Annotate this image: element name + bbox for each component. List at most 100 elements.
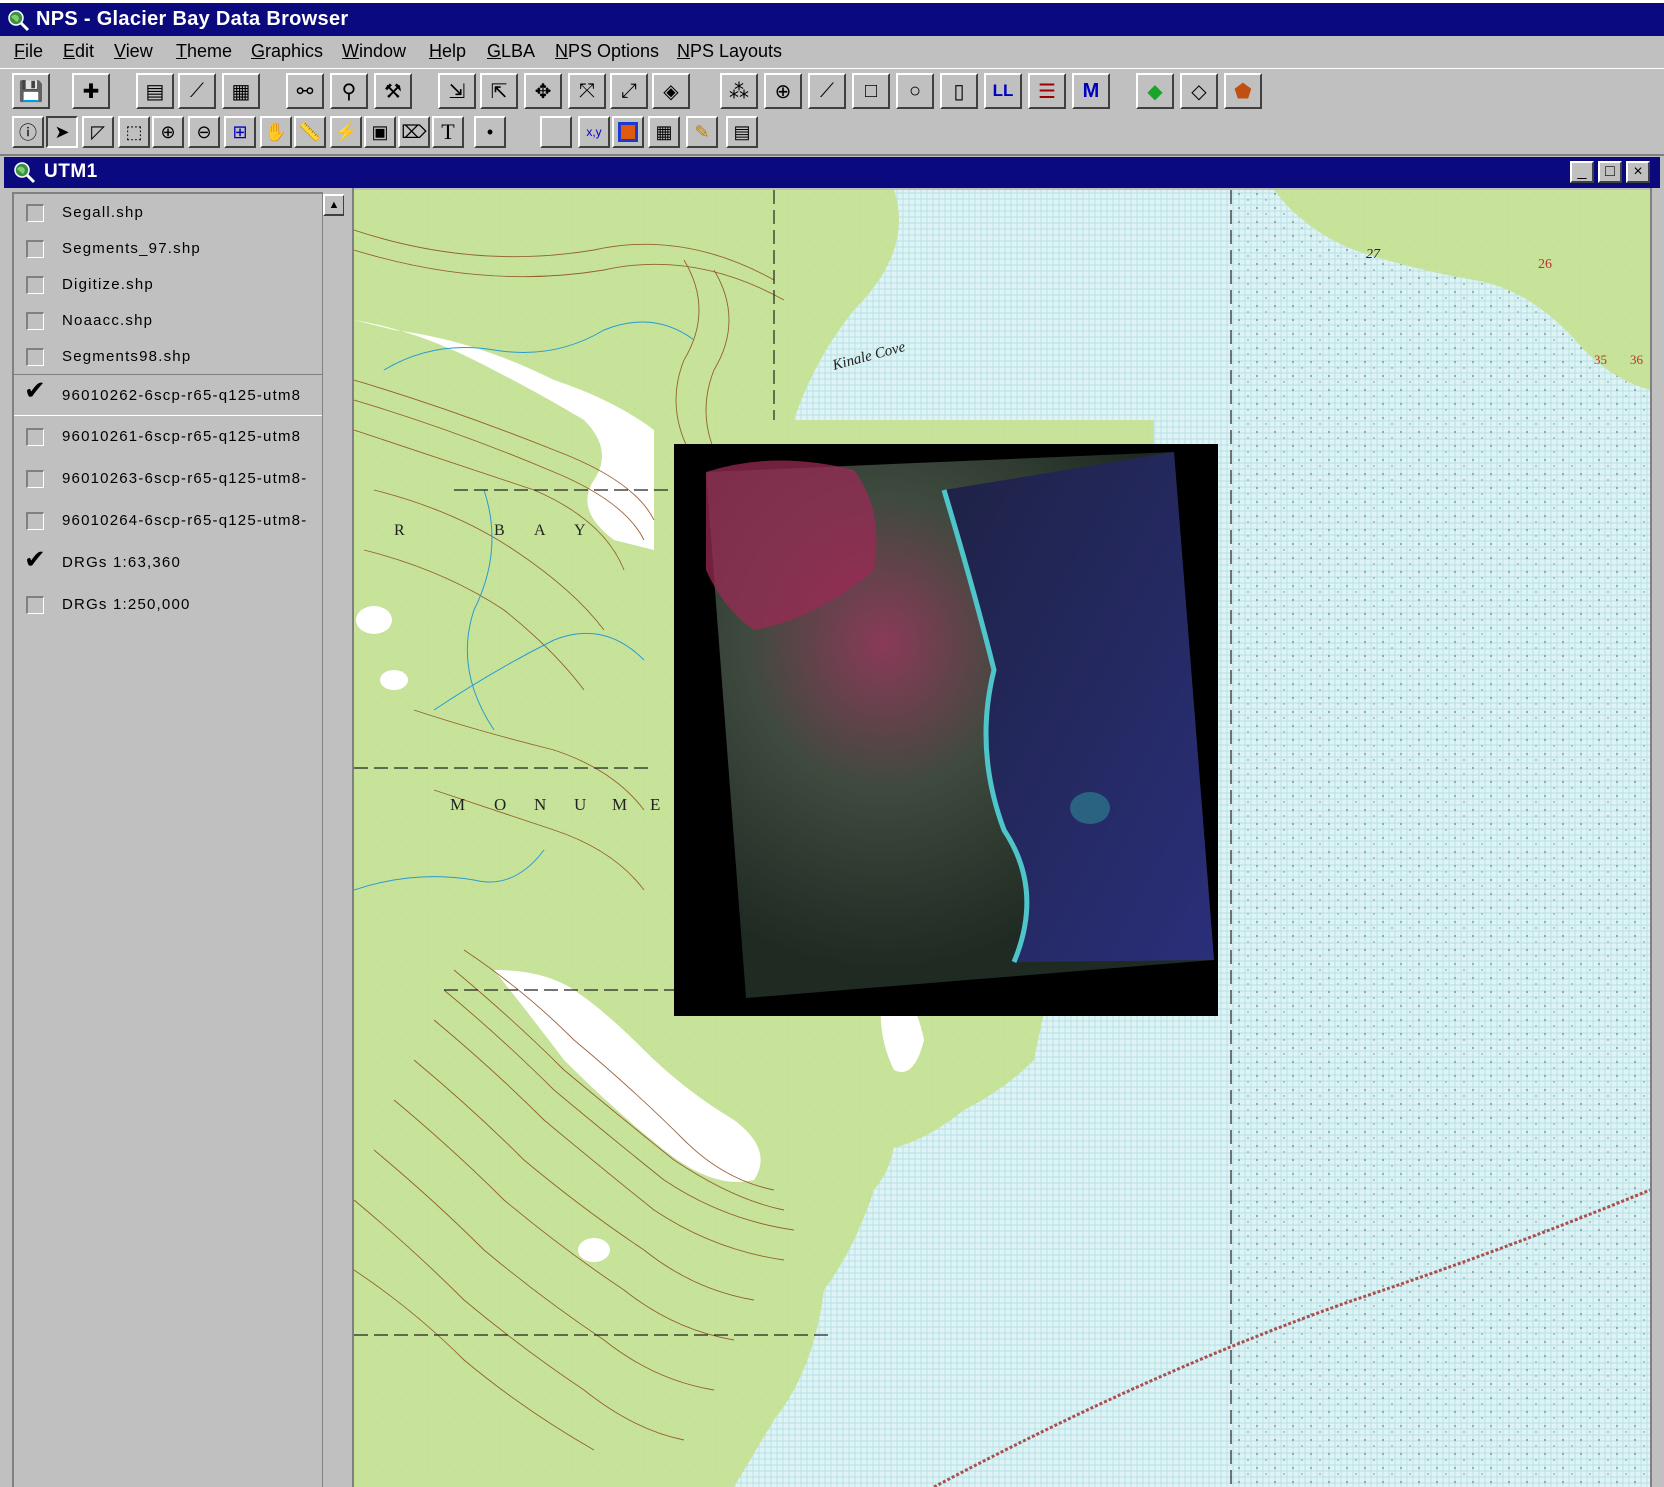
save-project-button[interactable]: 💾 [12,73,50,109]
notebook-icon: ▤ [733,121,751,142]
alaska-outline-button[interactable]: ◇ [1180,73,1218,109]
circle-button[interactable]: ○ [896,73,934,109]
layout-button[interactable]: ▯ [940,73,978,109]
nps-arrowhead-button[interactable]: ⬟ [1224,73,1262,109]
magnifier-view-button[interactable]: ⊕ [764,73,802,109]
theme-item[interactable]: 96010264-6scp-r65-q125-utm8- [14,502,322,540]
theme-item[interactable]: Digitize.shp [14,266,322,304]
menu-view[interactable]: View [114,41,153,62]
map-view[interactable]: Kinale Cove R B A Y M O N U M E 27 26 35… [354,190,1650,1487]
edit-legend-button[interactable]: ⟋ [178,73,216,109]
zoom-out-tool[interactable]: ⊖ [188,116,220,148]
xy-coordinate-tool[interactable]: x,y [578,116,610,148]
binoculars-icon: ⚯ [296,80,314,103]
area-of-interest-tool[interactable]: ▣ [364,116,396,148]
menu-window[interactable]: Window [342,41,406,62]
theme-visibility-checkbox[interactable] [26,348,44,366]
vertex-edit-tool[interactable]: ◸ [82,116,114,148]
pointer-tool[interactable]: ➤ [46,116,78,148]
zoom-in-button[interactable]: ⤧ [568,73,606,109]
locate-address-button[interactable]: ⚲ [330,73,368,109]
menu-file[interactable]: File [14,41,43,62]
checkmark-icon[interactable]: ✔ [24,546,46,572]
identify-tool[interactable]: ⓘ [12,116,44,148]
zoom-out-button[interactable]: ⤢ [610,73,648,109]
theme-label: Segments98.shp [62,348,192,365]
theme-visibility-checkbox[interactable] [26,512,44,530]
maximize-button[interactable]: □ [1598,161,1622,183]
checkmark-icon[interactable]: ✔ [24,377,46,403]
open-theme-table-button[interactable]: ▦ [222,73,260,109]
label-tool[interactable]: ⌦ [398,116,430,148]
measure-tool[interactable]: 📏 [294,116,326,148]
map-canvas[interactable]: Kinale Cove R B A Y M O N U M E 27 26 35… [354,190,1650,1487]
zoom-box-tool[interactable]: ⊞ [224,116,256,148]
pencil-edit-tool[interactable]: ✎ [686,116,718,148]
pane-splitter[interactable] [344,188,354,1487]
theme-visibility-checkbox[interactable] [26,240,44,258]
menu-glba[interactable]: GLBA [487,41,535,62]
close-icon: × [1633,163,1643,180]
text-tool[interactable]: T [432,116,464,148]
theme-visibility-checkbox[interactable] [26,596,44,614]
zoom-to-selected-button[interactable]: ✥ [524,73,562,109]
theme-item[interactable]: DRGs 1:250,000 [14,586,322,624]
theme-item[interactable]: Segments98.shp [14,338,322,376]
zoom-full-icon: ⇲ [448,80,466,103]
grid-tool[interactable]: ▦ [648,116,680,148]
theme-visibility-checkbox[interactable] [26,428,44,446]
theme-visibility-checkbox[interactable] [26,204,44,222]
theme-item[interactable]: Noaacc.shp [14,302,322,340]
pan-tool[interactable]: ✋ [260,116,292,148]
hammer-icon: ⚒ [384,80,402,103]
add-theme-button[interactable]: ✚ [72,73,110,109]
theme-item[interactable]: Segall.shp [14,194,322,232]
place-label: N [534,795,546,814]
report-button[interactable]: ☰ [1028,73,1066,109]
draw-point-tool[interactable]: • [474,116,506,148]
zoom-previous-button[interactable]: ◈ [652,73,690,109]
blank-tool[interactable] [540,116,572,148]
hot-link-tool[interactable]: ⚡ [330,116,362,148]
theme-visibility-checkbox[interactable] [26,312,44,330]
menu-graphics[interactable]: Graphics [251,41,323,62]
select-feature-tool[interactable]: ⬚ [118,116,150,148]
locate-pin-icon: ⚲ [341,80,357,103]
menu-help[interactable]: Help [429,41,466,62]
theme-properties-button[interactable]: ▤ [136,73,174,109]
theme-item-active[interactable]: ✔ 96010262-6scp-r65-q125-utm8 [14,374,322,416]
measure-button[interactable]: ⟋ [808,73,846,109]
menu-theme[interactable]: Theme [176,41,232,62]
app-title: NPS - Glacier Bay Data Browser [36,8,349,30]
toc-scrollbar[interactable]: ▲ [322,192,345,1487]
magnifier-icon: ⊕ [774,80,792,103]
find-button[interactable]: ⚯ [286,73,324,109]
theme-item[interactable]: ✔ DRGs 1:63,360 [14,544,322,582]
notebook-tool[interactable]: ▤ [726,116,758,148]
theme-item[interactable]: 96010261-6scp-r65-q125-utm8 [14,418,322,456]
minimize-button[interactable]: _ [1570,161,1594,183]
alaska-map-button[interactable]: ◆ [1136,73,1174,109]
rectangle-button[interactable]: □ [852,73,890,109]
metadata-button[interactable]: M [1072,73,1110,109]
zoom-in-tool[interactable]: ⊕ [152,116,184,148]
lat-long-button[interactable]: LL [984,73,1022,109]
menu-edit[interactable]: Edit [63,41,94,62]
fill-color-tool[interactable] [612,116,644,148]
menu-nps-layouts[interactable]: NPS Layouts [677,41,782,62]
menu-nps-options[interactable]: NPS Options [555,41,659,62]
section-number: 35 [1594,352,1607,367]
select-by-theme-button[interactable]: ⁂ [720,73,758,109]
theme-item[interactable]: 96010263-6scp-r65-q125-utm8- [14,460,322,498]
scroll-up-arrow-icon[interactable]: ▲ [323,194,345,216]
theme-visibility-checkbox[interactable] [26,276,44,294]
zoom-selected-icon: ✥ [534,80,552,103]
zoom-to-themes-button[interactable]: ⇱ [480,73,518,109]
theme-visibility-checkbox[interactable] [26,470,44,488]
zoom-to-full-extent-button[interactable]: ⇲ [438,73,476,109]
section-number: 26 [1538,257,1552,272]
theme-item[interactable]: Segments_97.shp [14,230,322,268]
zoom-out-arrows-icon: ⤢ [621,79,637,102]
query-builder-button[interactable]: ⚒ [374,73,412,109]
close-button[interactable]: × [1626,161,1650,183]
